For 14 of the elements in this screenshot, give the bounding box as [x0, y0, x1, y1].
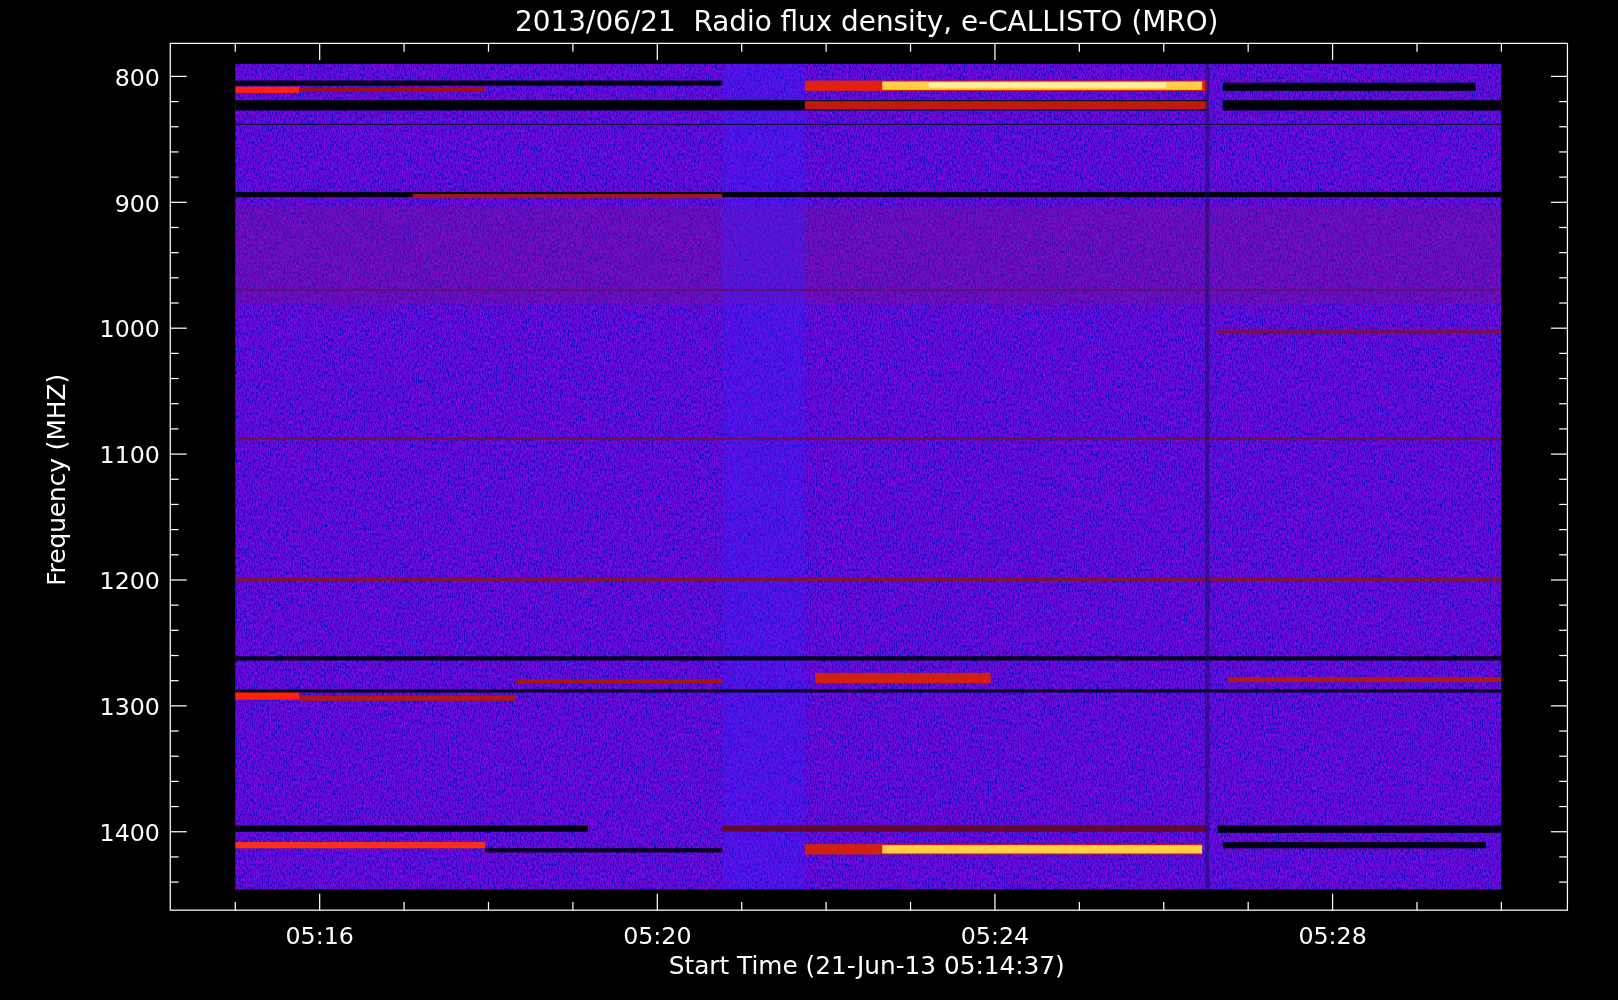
y-tick-label: 900 [114, 189, 160, 218]
y-tick-label: 1000 [99, 315, 160, 344]
x-axis-label: Start Time (21-Jun-13 05:14:37) [668, 951, 1065, 981]
x-tick-label: 05:16 [285, 922, 354, 951]
y-axis-label: Frequency (MHZ) [42, 373, 71, 586]
y-tick-label: 1200 [99, 567, 160, 596]
y-tick-label: 800 [114, 63, 160, 92]
x-tick-label: 05:28 [1298, 922, 1367, 951]
y-tick-label: 1300 [99, 693, 160, 722]
y-tick-label: 1100 [99, 441, 160, 470]
chart-title: 2013/06/21 Radio flux density, e-CALLISTO (MRO) [515, 5, 1219, 38]
y-tick-label: 1400 [99, 819, 160, 848]
x-tick-label: 05:20 [623, 922, 692, 951]
x-tick-label: 05:24 [960, 922, 1030, 951]
